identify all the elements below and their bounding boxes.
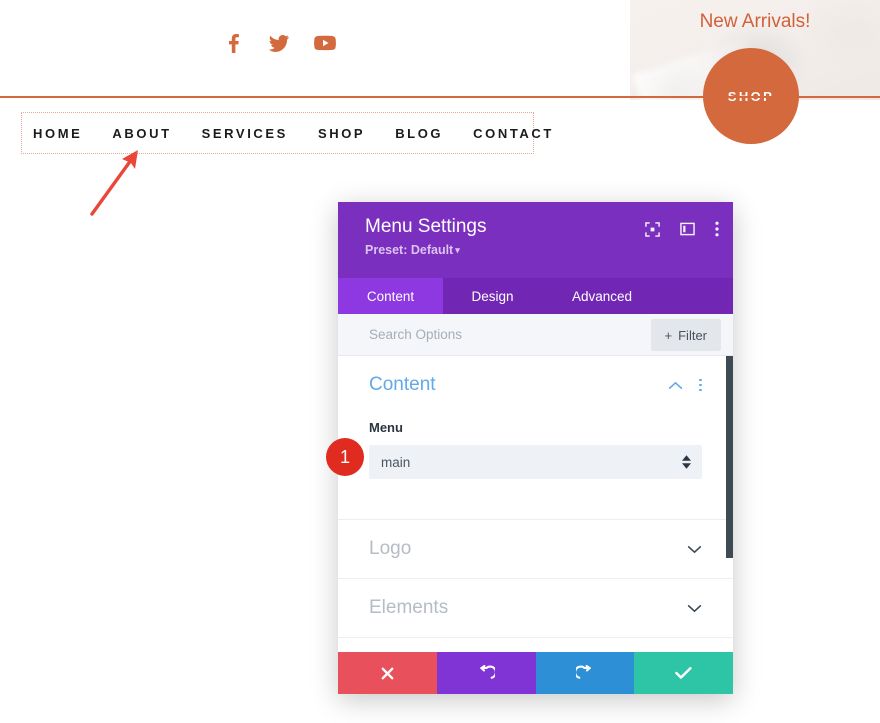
more-options-icon[interactable] — [715, 221, 719, 237]
header-divider-rule — [0, 96, 880, 98]
youtube-icon[interactable] — [314, 32, 336, 54]
filter-button-label: Filter — [678, 327, 707, 343]
redo-button[interactable] — [535, 652, 635, 694]
modal-scroll-area[interactable]: Content Menu main Logo Elements — [338, 356, 733, 652]
menu-select[interactable]: main — [369, 445, 702, 479]
field-menu: Menu main — [338, 414, 733, 519]
undo-button[interactable] — [436, 652, 536, 694]
twitter-icon[interactable] — [268, 32, 290, 54]
primary-navigation: HOME ABOUT SERVICES SHOP BLOG CONTACT — [33, 112, 554, 154]
annotation-arrow-icon — [90, 150, 138, 216]
modal-header: Menu Settings Preset: Default ▾ — [338, 202, 733, 278]
field-label-menu: Menu — [369, 420, 403, 435]
filter-button[interactable]: + Filter — [650, 319, 721, 351]
nav-item-home[interactable]: HOME — [33, 126, 82, 141]
undo-icon — [479, 664, 495, 679]
nav-item-shop[interactable]: SHOP — [318, 126, 365, 141]
search-options-row: + Filter — [338, 314, 733, 356]
redo-icon — [576, 664, 592, 679]
layout-view-icon[interactable] — [680, 222, 695, 236]
modal-footer-actions — [338, 652, 733, 694]
tab-advanced[interactable]: Advanced — [542, 278, 662, 314]
section-title-content: Content — [369, 374, 436, 395]
nav-item-services[interactable]: SERVICES — [202, 126, 288, 141]
modal-header-actions — [645, 221, 719, 237]
step-badge-1: 1 — [326, 438, 364, 476]
cancel-button[interactable] — [338, 652, 437, 694]
select-stepper-icon — [682, 455, 691, 469]
nav-item-about[interactable]: ABOUT — [112, 126, 171, 141]
section-header-content[interactable]: Content — [338, 356, 733, 414]
preset-label: Preset: Default — [365, 243, 454, 257]
fullscreen-icon[interactable] — [645, 221, 660, 237]
menu-select-value: main — [381, 454, 411, 470]
section-actions-content — [668, 378, 702, 392]
chevron-down-icon[interactable] — [687, 545, 702, 554]
menu-settings-modal: Menu Settings Preset: Default ▾ Content … — [338, 202, 733, 694]
check-icon — [675, 667, 692, 679]
section-header-link[interactable]: Link — [338, 638, 733, 652]
close-icon — [381, 667, 394, 679]
section-header-logo[interactable]: Logo — [338, 520, 733, 578]
section-title-logo: Logo — [369, 538, 412, 559]
search-input[interactable] — [369, 327, 609, 342]
section-more-options-icon[interactable] — [699, 378, 702, 392]
chevron-down-icon: ▾ — [455, 245, 460, 255]
preset-selector[interactable]: Preset: Default ▾ — [365, 243, 460, 257]
plus-icon: + — [664, 327, 673, 343]
save-button[interactable] — [634, 652, 733, 694]
chevron-down-icon[interactable] — [687, 604, 702, 613]
modal-scrollbar-thumb[interactable] — [726, 356, 733, 558]
section-title-elements: Elements — [369, 597, 449, 618]
chevron-up-icon[interactable] — [668, 381, 683, 390]
nav-item-contact[interactable]: CONTACT — [473, 126, 554, 141]
social-links — [222, 32, 336, 54]
modal-body: Content Menu main Logo Elements — [338, 356, 733, 652]
facebook-icon[interactable] — [222, 32, 244, 54]
nav-item-blog[interactable]: BLOG — [395, 126, 443, 141]
new-arrivals-headline: New Arrivals! — [699, 11, 811, 32]
tab-design[interactable]: Design — [443, 278, 542, 314]
tab-content[interactable]: Content — [338, 278, 443, 314]
section-header-elements[interactable]: Elements — [338, 579, 733, 637]
modal-tabs: Content Design Advanced — [338, 278, 733, 314]
